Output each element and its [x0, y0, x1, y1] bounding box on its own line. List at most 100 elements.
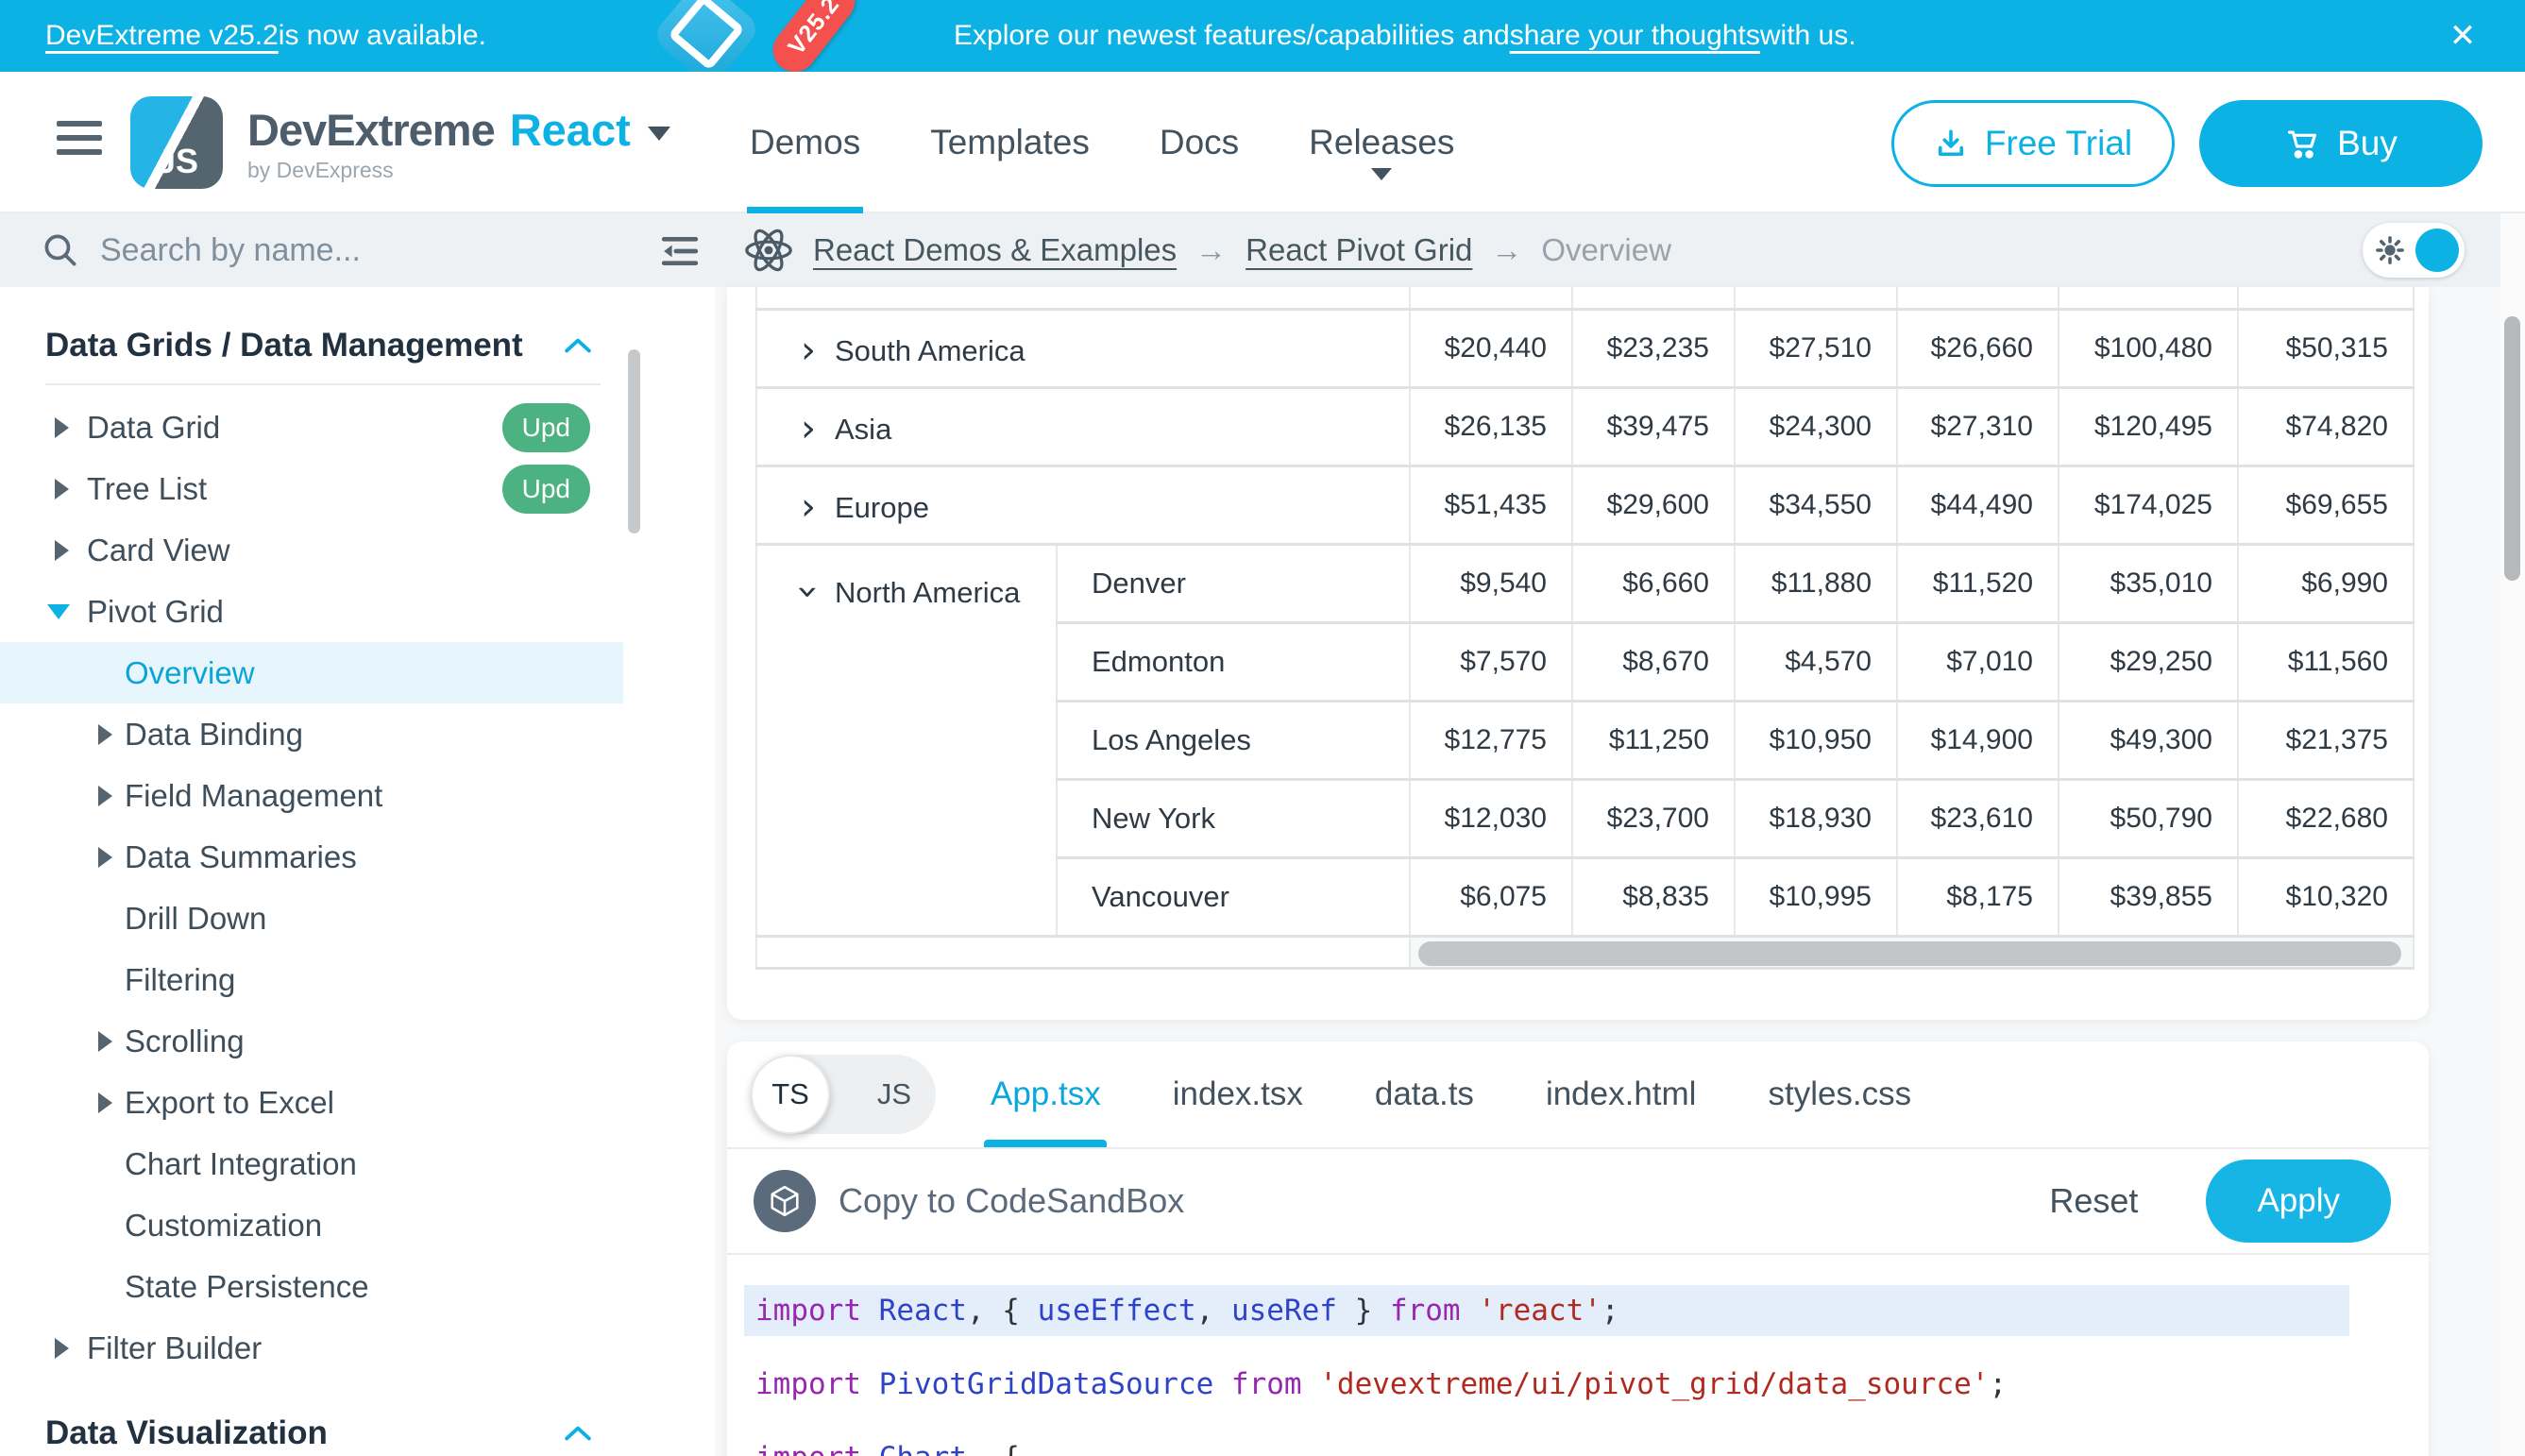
pivot-cell: $20,440	[1410, 309, 1572, 387]
page-scrollbar-track[interactable]	[2500, 213, 2525, 1456]
copy-to-codesandbox-link[interactable]: Copy to CodeSandBox	[839, 1181, 1184, 1221]
page: DevExtreme v25.2 is now available. V25.2…	[0, 0, 2525, 1456]
expand-arrow-icon[interactable]	[55, 479, 69, 499]
sidebar-item-drill-down[interactable]: Drill Down	[0, 888, 623, 949]
sidebar-search	[0, 213, 623, 287]
brand-platform: React	[510, 104, 631, 156]
pivot-cell: $51,435	[1410, 466, 1572, 544]
sidebar-item-filtering[interactable]: Filtering	[0, 949, 623, 1010]
section-data-grids[interactable]: Data Grids / Data Management	[0, 313, 623, 378]
horizontal-scrollbar[interactable]	[1418, 941, 2401, 966]
expand-chevron-icon[interactable]	[801, 485, 816, 529]
expand-arrow-icon[interactable]	[98, 1031, 112, 1052]
pivot-cell: $23,235	[1572, 309, 1735, 387]
sidebar-item-chart-integration[interactable]: Chart Integration	[0, 1133, 623, 1194]
brand-name: DevExtreme	[247, 104, 495, 156]
sidebar-item-data-summaries[interactable]: Data Summaries	[0, 826, 623, 888]
reset-button[interactable]: Reset	[2049, 1181, 2138, 1221]
brand-byline: by DevExpress	[247, 158, 670, 183]
collapse-chevron-icon[interactable]	[787, 584, 830, 600]
share-thoughts-link[interactable]: share your thoughts	[1510, 20, 1760, 52]
nav-demos[interactable]: Demos	[750, 72, 860, 213]
pivot-row-partial	[756, 287, 2414, 309]
download-icon	[1934, 127, 1968, 161]
theme-toggle[interactable]	[2363, 223, 2465, 278]
sidebar-item-state-persistence[interactable]: State Persistence	[0, 1256, 623, 1317]
devextreme-js-logo[interactable]: JS	[130, 96, 223, 189]
chevron-up-icon[interactable]	[565, 1425, 591, 1442]
pivot-cell: $44,490	[1897, 466, 2059, 544]
sidebar-item-tree-list[interactable]: Tree List Upd	[0, 458, 623, 519]
code-editor[interactable]: import React, { useEffect, useRef } from…	[727, 1255, 2429, 1456]
sidebar-item-card-view[interactable]: Card View	[0, 519, 623, 581]
sidebar-item-export-to-excel[interactable]: Export to Excel	[0, 1072, 623, 1133]
section-data-visualization[interactable]: Data Visualization	[0, 1401, 623, 1456]
pivot-cell: $69,655	[2238, 466, 2414, 544]
language-toggle-knob[interactable]: TS	[751, 1055, 830, 1134]
breadcrumb-link-pivot-grid[interactable]: React Pivot Grid	[1246, 232, 1472, 268]
expand-arrow-icon[interactable]	[98, 786, 112, 806]
sidebar-item-field-management[interactable]: Field Management	[0, 765, 623, 826]
sidebar: Data Grids / Data Management Data Grid U…	[0, 213, 623, 1456]
theme-toggle-knob[interactable]	[2415, 229, 2459, 272]
tab-data-ts[interactable]: data.ts	[1375, 1075, 1474, 1113]
pivot-grid: South America $20,440 $23,235 $27,510 $2…	[755, 287, 2415, 970]
banner-release-link[interactable]: DevExtreme v25.2	[45, 20, 279, 52]
language-toggle[interactable]: TS JS	[751, 1055, 936, 1134]
file-tabs: App.tsx index.tsx data.ts index.html sty…	[991, 1075, 1911, 1113]
tab-index-html[interactable]: index.html	[1546, 1075, 1697, 1113]
expand-arrow-icon[interactable]	[98, 724, 112, 745]
sidebar-item-data-grid[interactable]: Data Grid Upd	[0, 397, 623, 458]
breadcrumb-link-demos[interactable]: React Demos & Examples	[813, 232, 1177, 268]
banner-close-icon[interactable]: ✕	[2442, 0, 2483, 72]
cart-icon	[2284, 126, 2320, 161]
search-input[interactable]	[100, 232, 553, 269]
nav-releases[interactable]: Releases	[1309, 72, 1454, 213]
hamburger-menu-icon[interactable]	[57, 121, 104, 164]
pivot-cell: $39,475	[1572, 387, 1735, 466]
tab-app-tsx[interactable]: App.tsx	[991, 1075, 1101, 1113]
pivot-cell: $4,570	[1735, 622, 1897, 701]
sidebar-item-pivot-grid[interactable]: Pivot Grid	[0, 581, 623, 642]
language-toggle-alt[interactable]: JS	[877, 1055, 911, 1134]
pivot-row-asia: Asia $26,135 $39,475 $24,300 $27,310 $12…	[756, 387, 2414, 466]
code-toolbar: Copy to CodeSandBox Reset Apply	[727, 1149, 2429, 1253]
chevron-up-icon[interactable]	[565, 337, 591, 354]
breadcrumb-current: Overview	[1541, 232, 1671, 268]
code-line: import PivotGridDataSource from 'devextr…	[755, 1347, 2429, 1421]
collapse-arrow-icon[interactable]	[47, 604, 70, 619]
sidebar-item-data-binding[interactable]: Data Binding	[0, 703, 623, 765]
expand-chevron-icon[interactable]	[801, 407, 816, 450]
apply-button[interactable]: Apply	[2206, 1160, 2391, 1243]
banner-message: Explore our newest features/capabilities…	[954, 0, 1856, 72]
sidebar-item-scrolling[interactable]: Scrolling	[0, 1010, 623, 1072]
pivot-cell: $10,950	[1735, 701, 1897, 779]
nav-templates[interactable]: Templates	[930, 72, 1090, 213]
pivot-row-header[interactable]: South America	[756, 309, 1410, 387]
brand-block[interactable]: DevExtreme React by DevExpress	[247, 104, 670, 183]
page-scrollbar-thumb[interactable]	[2504, 316, 2520, 581]
collapse-sidebar-icon[interactable]	[661, 234, 699, 273]
sidebar-item-filter-builder[interactable]: Filter Builder	[0, 1317, 623, 1379]
buy-button[interactable]: Buy	[2199, 100, 2483, 187]
expand-arrow-icon[interactable]	[55, 1338, 69, 1359]
free-trial-button[interactable]: Free Trial	[1891, 100, 2175, 187]
codesandbox-icon[interactable]	[754, 1170, 816, 1232]
platform-dropdown-caret-icon[interactable]	[648, 127, 670, 141]
tab-index-tsx[interactable]: index.tsx	[1173, 1075, 1303, 1113]
expand-arrow-icon[interactable]	[55, 540, 69, 561]
pivot-row-header-north-america[interactable]: North America	[756, 544, 1057, 936]
expand-arrow-icon[interactable]	[98, 847, 112, 868]
expand-arrow-icon[interactable]	[55, 417, 69, 438]
sidebar-item-overview[interactable]: Overview	[0, 642, 623, 703]
pivot-cell: $18,930	[1735, 779, 1897, 857]
expand-chevron-icon[interactable]	[801, 329, 816, 372]
expand-arrow-icon[interactable]	[98, 1092, 112, 1113]
sidebar-scrollbar[interactable]	[628, 349, 640, 533]
pivot-row-header[interactable]: Asia	[756, 387, 1410, 466]
sidebar-menu: Data Grids / Data Management Data Grid U…	[0, 287, 623, 1456]
tab-styles-css[interactable]: styles.css	[1768, 1075, 1911, 1113]
pivot-row-header[interactable]: Europe	[756, 466, 1410, 544]
sidebar-item-customization[interactable]: Customization	[0, 1194, 623, 1256]
nav-docs[interactable]: Docs	[1160, 72, 1239, 213]
